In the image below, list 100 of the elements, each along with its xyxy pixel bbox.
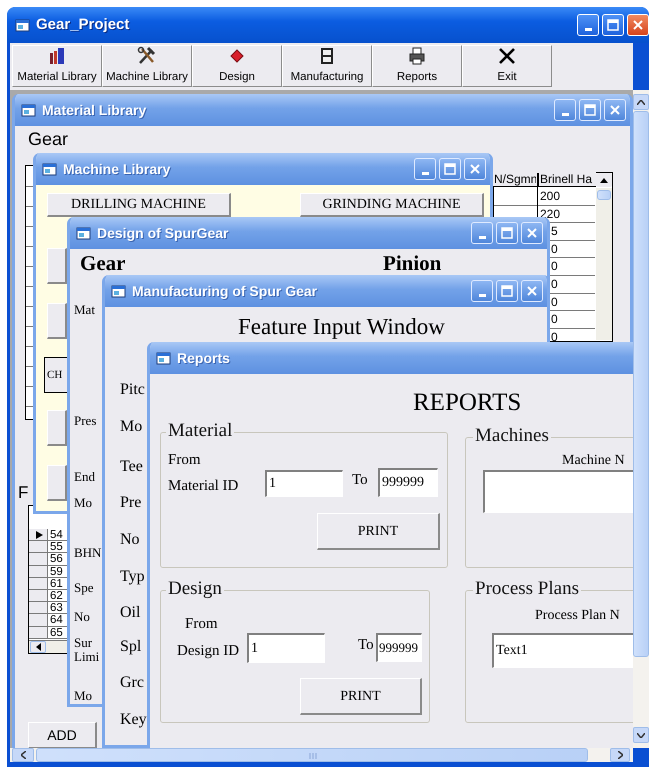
field-label: Oil — [120, 604, 140, 622]
scroll-down-button[interactable] — [633, 727, 649, 743]
window-title: Manufacturing of Spur Gear — [132, 282, 318, 301]
field-label: Mo — [120, 418, 142, 436]
group-label: Design — [166, 579, 224, 599]
minimize-button[interactable] — [554, 99, 576, 121]
field-label: Mo — [74, 689, 92, 704]
heading: Pinion — [383, 252, 442, 276]
field-label: To — [352, 472, 368, 488]
toolbar-button[interactable]: Machine Library — [102, 45, 192, 87]
machine-button[interactable] — [47, 465, 67, 501]
field-label: Material ID — [168, 478, 238, 494]
field-label: Key — [120, 711, 147, 729]
field-label: BHN — [74, 546, 102, 560]
text-field[interactable] — [483, 470, 633, 513]
machine-button[interactable]: CH — [44, 357, 67, 393]
machine-button[interactable] — [47, 303, 67, 339]
tools-icon — [137, 46, 157, 66]
maximize-icon — [584, 104, 596, 116]
window-icon — [15, 18, 30, 32]
minimize-button[interactable] — [471, 280, 493, 302]
scroll-right-button[interactable] — [610, 748, 630, 762]
close-button[interactable] — [604, 99, 626, 121]
heading: Feature Input Window — [238, 314, 445, 340]
add-button[interactable]: ADD — [28, 722, 97, 748]
machine-button[interactable] — [47, 410, 67, 446]
minimize-icon — [584, 28, 592, 31]
field-label: Spe — [74, 581, 94, 596]
table-cell: 56 — [50, 553, 63, 566]
row-selector[interactable] — [29, 529, 48, 542]
window-icon — [21, 102, 36, 118]
maximize-icon — [501, 227, 513, 239]
left-arrow-icon — [36, 643, 40, 651]
field-label: Machine N — [562, 453, 625, 468]
field-label: Design ID — [177, 643, 240, 660]
field-label: Process Plan N — [535, 608, 620, 624]
table-cell: 0 — [551, 242, 558, 256]
up-arrow-icon — [600, 178, 608, 182]
table-cell: 0 — [551, 296, 558, 309]
toolbar-button[interactable]: Exit — [462, 45, 552, 87]
scroll-up-button[interactable] — [633, 94, 649, 110]
table-cell: 0 — [551, 260, 558, 274]
scroll-thumb[interactable] — [597, 190, 611, 200]
toolbar-button[interactable]: Reports — [372, 45, 462, 87]
heading: F — [18, 484, 28, 503]
table-cell: 64 — [50, 614, 63, 626]
window-title: Reports — [177, 348, 230, 368]
scroll-thumb[interactable] — [633, 111, 649, 657]
table-cell: 62 — [50, 590, 63, 602]
text-field[interactable]: 999999 — [376, 633, 422, 662]
table-cell: 55 — [50, 541, 63, 554]
field-label: No — [120, 531, 140, 549]
maximize-button[interactable] — [439, 158, 461, 180]
close-button[interactable] — [521, 222, 543, 244]
table-cell: 5 — [551, 225, 558, 238]
table-cell: 0 — [551, 330, 558, 344]
scroll-up-button[interactable] — [596, 173, 612, 187]
text-field[interactable]: 1 — [265, 470, 343, 497]
window-title: Design of SpurGear — [97, 224, 228, 243]
field-label: To — [358, 637, 374, 654]
text-field[interactable]: 1 — [247, 633, 325, 663]
machine-button[interactable]: DRILLING MACHINE — [47, 193, 231, 217]
machine-button[interactable] — [47, 248, 67, 284]
table-cell: 0 — [551, 278, 558, 291]
minimize-button[interactable] — [471, 222, 493, 244]
field-label: Typ — [120, 568, 145, 586]
toolbar-button[interactable]: Manufacturing — [282, 45, 372, 87]
print-button[interactable]: PRINT — [300, 678, 422, 715]
minimize-icon — [478, 236, 486, 239]
maximize-icon — [501, 285, 513, 297]
minimize-button[interactable] — [414, 158, 436, 180]
printer-icon — [407, 46, 427, 66]
toolbar-button[interactable]: Design — [192, 45, 282, 87]
print-button[interactable]: PRINT — [317, 513, 440, 550]
toolbar-button[interactable]: Material Library — [12, 45, 102, 87]
field-label: Mo — [74, 496, 92, 510]
vertical-scrollbar[interactable] — [633, 90, 649, 748]
maximize-button[interactable] — [496, 280, 518, 302]
cross-icon — [497, 46, 517, 66]
books-icon — [47, 46, 67, 66]
window-icon — [156, 350, 171, 366]
close-icon — [469, 163, 481, 175]
scroll-left-button[interactable] — [30, 641, 46, 653]
close-button[interactable] — [464, 158, 486, 180]
table-cell: 200 — [540, 190, 560, 203]
machine-button[interactable]: GRINDING MACHINE — [300, 193, 484, 217]
scroll-left-button[interactable] — [12, 748, 34, 762]
maximize-button[interactable] — [579, 99, 601, 121]
text-field[interactable]: 999999 — [378, 468, 438, 497]
grip-icon — [309, 753, 317, 759]
maximize-icon — [444, 163, 456, 175]
maximize-icon — [607, 19, 619, 31]
maximize-button[interactable] — [496, 222, 518, 244]
close-button[interactable] — [521, 280, 543, 302]
window-icon — [111, 284, 126, 298]
window-title: Gear_Project — [36, 14, 130, 35]
table-cell: 54 — [50, 529, 63, 541]
close-icon — [526, 227, 538, 239]
text-field[interactable]: Text1 — [492, 633, 633, 668]
window-icon — [42, 162, 57, 176]
